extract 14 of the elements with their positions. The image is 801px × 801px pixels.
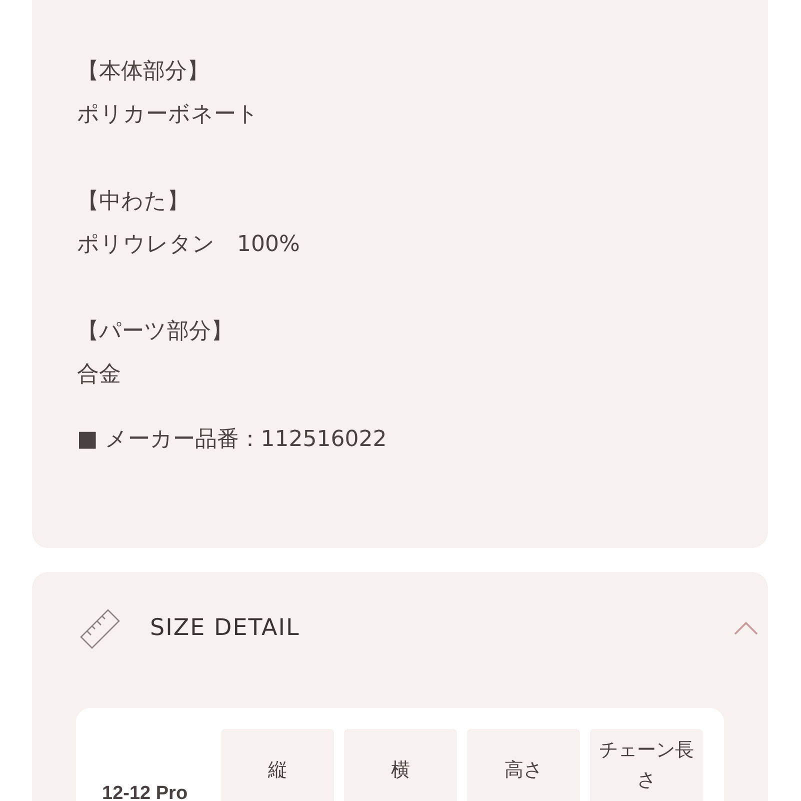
column-header: 縦: [221, 729, 334, 801]
section-text: ポリカーボネート: [77, 101, 259, 129]
row-label: 12-12 Pro: [102, 782, 188, 801]
chevron-up-icon[interactable]: [734, 621, 758, 635]
section-title: SIZE DETAIL: [150, 614, 300, 643]
section-heading: 【中わた】: [77, 188, 189, 216]
column-header: チェーン長さ: [590, 729, 703, 801]
section-heading: 【本体部分】: [77, 58, 209, 86]
maker-number: ■ メーカー品番：112516022: [77, 426, 387, 454]
section-text: ポリウレタン 100%: [77, 231, 300, 259]
section-heading: 【パーツ部分】: [77, 318, 233, 346]
column-header: 横: [344, 729, 457, 801]
column-header: 高さ: [467, 729, 580, 801]
section-text: 合金: [77, 361, 121, 389]
